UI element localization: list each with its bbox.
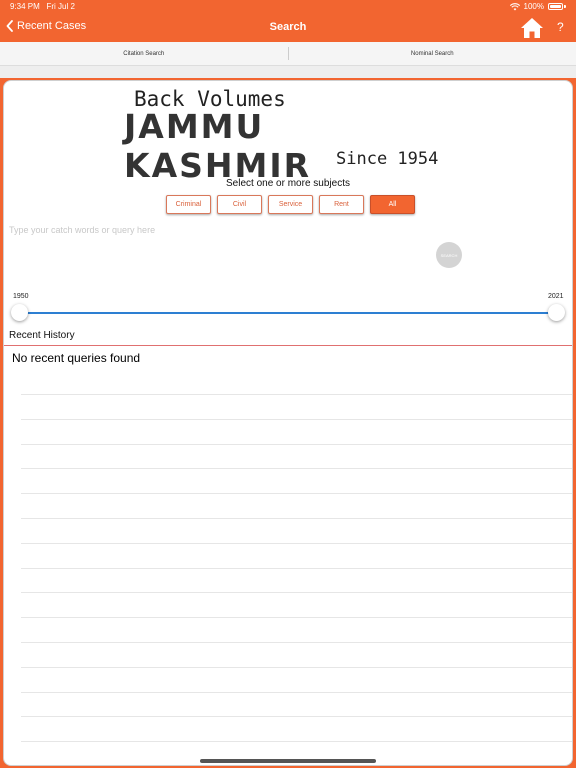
- history-row-separator: [21, 691, 572, 693]
- home-icon: [521, 18, 543, 38]
- battery-tip: [564, 5, 566, 8]
- history-row-separator: [21, 518, 572, 519]
- history-row-separator: [21, 394, 572, 395]
- history-row-separator: [21, 741, 572, 743]
- tab-citation-search[interactable]: Citation Search: [0, 42, 288, 65]
- status-right: 100%: [509, 2, 566, 11]
- year-range-slider-track[interactable]: [18, 312, 558, 314]
- history-row-separator: [21, 468, 572, 470]
- query-input[interactable]: [9, 222, 429, 238]
- history-row-separator: [21, 592, 572, 594]
- logo-line-since: Since 1954: [336, 149, 439, 169]
- search-button[interactable]: SEARCH: [436, 242, 462, 268]
- history-row-separator: [21, 567, 572, 569]
- subject-selector-title: Select one or more subjects: [226, 178, 350, 189]
- tab-nominal-search[interactable]: Nominal Search: [289, 42, 576, 65]
- history-row-separator: [21, 666, 572, 668]
- subject-chip-civil[interactable]: Civil: [217, 195, 262, 214]
- year-range-max-label: 2021: [548, 293, 564, 300]
- history-row-separator: [21, 716, 572, 718]
- history-row-separator: [21, 617, 572, 619]
- search-card: Back Volumes JAMMU KASHMIR Since 1954 Se…: [3, 80, 573, 766]
- subject-chip-rent[interactable]: Rent: [319, 195, 364, 214]
- recent-history-title: Recent History: [9, 330, 75, 341]
- battery-percent: 100%: [523, 2, 544, 11]
- status-date: Fri Jul 2: [46, 2, 75, 11]
- year-range-max-handle[interactable]: [548, 304, 565, 321]
- page-title: Search: [269, 21, 307, 33]
- history-row-separator: [21, 418, 572, 420]
- recent-history-empty-message: No recent queries found: [12, 351, 141, 365]
- year-range-min-handle[interactable]: [11, 304, 28, 321]
- home-button[interactable]: [520, 17, 544, 39]
- navigation-bar: Recent Cases Search ?: [0, 14, 576, 42]
- section-gap: [0, 66, 576, 78]
- status-bar: 9:34 PM Fri Jul 2 100%: [0, 0, 576, 14]
- help-button[interactable]: ?: [557, 20, 564, 34]
- history-row-separator: [21, 642, 572, 643]
- history-row-separator: [21, 493, 572, 495]
- recent-history-divider: [4, 345, 572, 346]
- subject-chip-criminal[interactable]: Criminal: [166, 195, 211, 214]
- home-indicator: [200, 759, 376, 763]
- history-row-separator: [21, 443, 572, 445]
- status-time: 9:34 PM Fri Jul 2: [10, 2, 75, 11]
- subject-chips: Criminal Civil Service Rent All: [166, 195, 415, 214]
- battery-icon: [548, 3, 563, 10]
- subject-chip-all[interactable]: All: [370, 195, 415, 214]
- subject-chip-service[interactable]: Service: [268, 195, 313, 214]
- history-row-separator: [21, 542, 572, 544]
- logo-line-jammu-kashmir: JAMMU KASHMIR: [124, 107, 312, 185]
- wifi-icon: [509, 2, 520, 10]
- year-range-min-label: 1950: [13, 293, 29, 300]
- search-type-tabs: Citation Search Nominal Search: [0, 42, 576, 66]
- app-logo: Back Volumes JAMMU KASHMIR Since 1954: [124, 85, 454, 185]
